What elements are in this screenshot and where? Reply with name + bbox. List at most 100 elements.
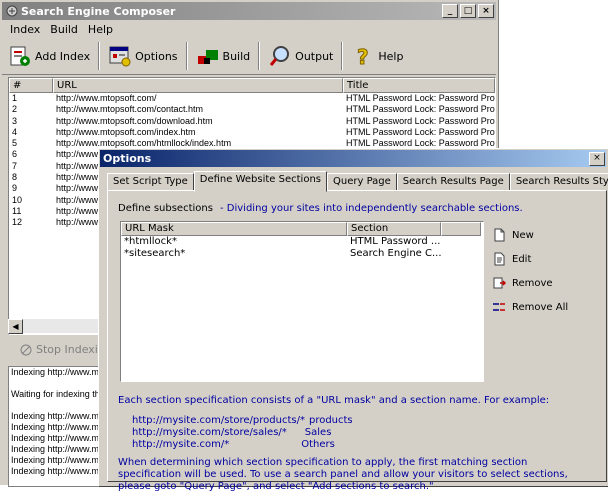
help-text-rules: When determining which section specifica… — [118, 457, 568, 492]
section-name: Search Engine C... — [350, 248, 441, 259]
output-label: Output — [295, 49, 334, 63]
build-label: Build — [222, 49, 251, 63]
options-label: Options — [135, 49, 178, 63]
tab-set-script-type[interactable]: Set Script Type — [107, 173, 194, 191]
table-row[interactable]: 4 http://www.mtopsoft.com/index.htm HTML P… — [9, 127, 495, 138]
build-icon — [196, 44, 220, 68]
log-line: Waiting for indexing thr — [11, 389, 102, 399]
minimize-button[interactable]: _ — [442, 4, 458, 18]
menubar: Index Build Help — [2, 21, 504, 37]
tab-query-page[interactable]: Query Page — [327, 173, 397, 191]
column-header-number[interactable]: # — [9, 78, 53, 93]
dialog-title: Options — [103, 152, 152, 165]
example-list: http://mysite.com/store/products/* produc… — [132, 415, 353, 451]
example-mask: http://mysite.com/store/products/* — [132, 415, 305, 426]
row-title: HTML Password Lock: Password Protec — [346, 115, 495, 126]
example-name: Others — [301, 439, 335, 450]
column-header-empty — [441, 222, 481, 236]
column-header-title[interactable]: Title — [343, 78, 495, 93]
close-button[interactable]: × — [478, 4, 494, 18]
menu-index[interactable]: Index — [10, 23, 40, 36]
row-url: http://www.mtopsoft.com/download.htm — [56, 115, 213, 126]
column-header-url[interactable]: URL — [53, 78, 343, 93]
row-number: 2 — [12, 104, 18, 115]
table-row[interactable]: 1 http://www.mtopsoft.com/HTML Password L… — [9, 93, 495, 104]
log-line: Indexing http://www.m — [11, 444, 100, 454]
dialog-close-button[interactable]: × — [589, 152, 605, 166]
edit-document-icon — [492, 252, 506, 266]
output-button[interactable]: Output — [262, 41, 339, 71]
example-row: http://mysite.com/store/products/* produc… — [132, 415, 353, 427]
tab-define-website-sections[interactable]: Define Website Sections — [193, 171, 327, 192]
maximize-button[interactable]: □ — [460, 4, 476, 18]
app-title: Search Engine Composer — [21, 4, 176, 18]
log-line: Indexing http://www.m — [11, 367, 100, 377]
define-label: Define subsections — [118, 203, 213, 214]
row-number: 7 — [12, 160, 18, 171]
row-title: HTML Password Lock: Password Protec — [346, 104, 495, 115]
tab-panel: Define subsections - Dividing your sites… — [107, 190, 607, 492]
row-url: http://www.mtopsoft.com/ — [56, 93, 157, 103]
list-header: # URL Title — [9, 78, 495, 93]
table-row[interactable]: 3 http://www.mtopsoft.com/download.htm HTM… — [9, 116, 495, 127]
add-index-icon — [8, 44, 32, 68]
row-number: 8 — [12, 172, 18, 183]
main-titlebar[interactable]: Search Engine Composer _ □ × — [2, 2, 496, 20]
edit-label: Edit — [512, 253, 532, 265]
options-dialog: Options × Set Script Type Define Website… — [98, 148, 608, 492]
menu-help[interactable]: Help — [88, 23, 113, 36]
column-header-section[interactable]: Section — [347, 222, 441, 236]
toolbar-separator — [185, 42, 188, 70]
help-text-intro: Each section specification consists of a… — [118, 395, 550, 406]
stop-indexing-button[interactable]: Stop Indexin — [20, 343, 105, 356]
row-number: 3 — [12, 115, 18, 126]
menu-build[interactable]: Build — [50, 23, 78, 36]
sections-header: URL Mask Section — [121, 222, 483, 236]
remove-all-icon — [492, 300, 506, 314]
options-button[interactable]: Options — [102, 41, 183, 71]
stop-label: Stop Indexin — [36, 343, 105, 356]
section-name: HTML Password ... — [350, 236, 441, 247]
row-number: 6 — [12, 149, 18, 160]
row-url: http://www.mtopsoft.com/contact.htm — [56, 104, 204, 115]
edit-button[interactable]: Edit — [492, 247, 568, 271]
scroll-left-icon[interactable]: ◀ — [8, 319, 23, 334]
tab-search-results-page[interactable]: Search Results Page — [396, 173, 510, 191]
section-mask: *htmllock* — [124, 236, 177, 247]
toolbar-separator — [98, 42, 101, 70]
row-number: 10 — [12, 194, 23, 205]
row-number: 4 — [12, 126, 18, 137]
example-row: http://mysite.com/store/sales/* Sales — [132, 427, 353, 439]
table-row[interactable]: 2 http://www.mtopsoft.com/contact.htm HTML… — [9, 104, 495, 115]
remove-icon — [492, 276, 507, 290]
tab-search-results-style[interactable]: Search Results Style — [509, 173, 608, 191]
example-row: http://mysite.com/* Others — [132, 439, 353, 451]
remove-all-label: Remove All — [512, 301, 569, 313]
section-buttons: New Edit Remove Remove All — [492, 223, 568, 319]
remove-button[interactable]: Remove — [492, 271, 568, 295]
log-line: Indexing http://www.m — [11, 433, 100, 443]
example-name: products — [308, 415, 353, 426]
build-button[interactable]: Build — [190, 41, 257, 71]
column-header-url-mask[interactable]: URL Mask — [121, 222, 347, 236]
log-line: Indexing http://www.m — [11, 466, 100, 476]
stop-icon — [20, 344, 32, 356]
remove-all-button[interactable]: Remove All — [492, 295, 568, 319]
add-index-label: Add Index — [35, 49, 91, 63]
svg-text:?: ? — [357, 45, 369, 68]
example-mask: http://mysite.com/store/sales/* — [132, 427, 287, 438]
sections-list[interactable]: URL Mask Section *htmllock* HTML Passwor… — [120, 221, 484, 382]
help-label: Help — [378, 49, 404, 63]
options-icon — [108, 44, 132, 68]
log-panel: Indexing http://www.m Waiting for indexi… — [8, 366, 102, 487]
dialog-titlebar[interactable]: Options — [100, 150, 606, 167]
help-button[interactable]: ? Help — [345, 41, 409, 71]
row-url: http://www.mtopsoft.com/index.htm — [56, 126, 196, 137]
section-row[interactable]: *sitesearch* Search Engine C... — [121, 248, 483, 260]
add-index-button[interactable]: Add Index — [2, 41, 96, 71]
toolbar-separator — [258, 42, 261, 70]
new-button[interactable]: New — [492, 223, 568, 247]
section-row[interactable]: *htmllock* HTML Password ... — [121, 236, 483, 248]
